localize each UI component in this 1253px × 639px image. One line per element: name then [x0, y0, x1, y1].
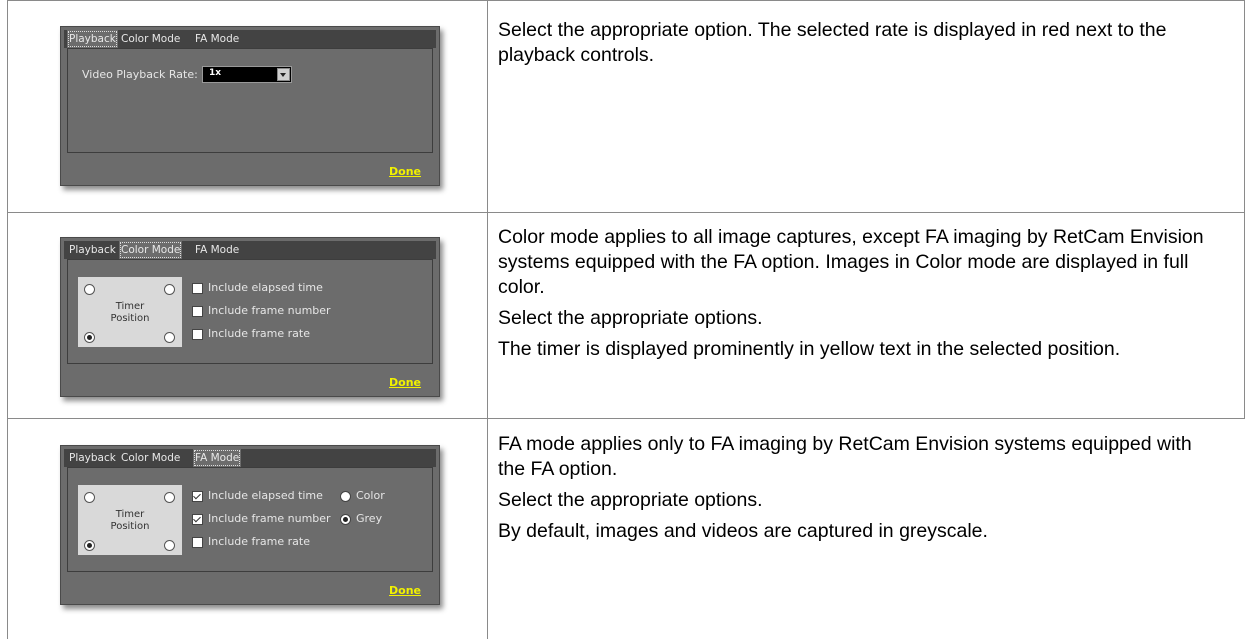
- settings-dialog-color-mode: Playback Color Mode FA Mode Timer Positi…: [60, 237, 440, 397]
- tab-color-mode[interactable]: Color Mode: [119, 241, 183, 259]
- include-frame-rate-label: Include frame rate: [208, 327, 310, 340]
- grey-radio-label: Grey: [356, 512, 383, 525]
- include-frame-rate-checkbox[interactable]: [192, 329, 203, 340]
- timer-position-bottom-left-radio[interactable]: [84, 332, 95, 343]
- include-frame-number-checkbox[interactable]: [192, 306, 203, 317]
- include-frame-rate-checkbox[interactable]: [192, 537, 203, 548]
- table-row-divider: [7, 212, 1245, 213]
- timer-position-label: Timer Position: [110, 301, 150, 324]
- timer-position-top-right-radio[interactable]: [164, 492, 175, 503]
- description-paragraph: FA mode applies only to FA imaging by Re…: [498, 433, 1192, 480]
- timer-position-selector: Timer Position: [78, 277, 182, 347]
- playback-rate-label: Video Playback Rate:: [82, 68, 198, 81]
- playback-rate-select[interactable]: 1x: [202, 66, 292, 83]
- tab-panel: Timer Position Include elapsed time Incl…: [67, 467, 433, 572]
- settings-dialog-fa-mode: Playback Color Mode FA Mode Timer Positi…: [60, 445, 440, 605]
- tab-panel: Timer Position Include elapsed time Incl…: [67, 259, 433, 364]
- grey-radio[interactable]: [340, 514, 351, 525]
- color-radio-label: Color: [356, 489, 385, 502]
- tab-bar: Playback Color Mode FA Mode: [64, 30, 436, 48]
- include-frame-rate-label: Include frame rate: [208, 535, 310, 548]
- timer-position-bottom-left-radio[interactable]: [84, 540, 95, 551]
- tab-fa-mode[interactable]: FA Mode: [193, 30, 241, 48]
- tab-panel: Video Playback Rate: 1x: [67, 48, 433, 153]
- timer-position-selector: Timer Position: [78, 485, 182, 555]
- timer-position-top-right-radio[interactable]: [164, 284, 175, 295]
- row-description: Color mode applies to all image captures…: [498, 225, 1218, 368]
- timer-position-bottom-right-radio[interactable]: [164, 540, 175, 551]
- include-frame-number-checkbox[interactable]: [192, 514, 203, 525]
- description-paragraph: Select the appropriate options.: [498, 489, 763, 511]
- table-column-divider: [487, 0, 488, 639]
- done-button[interactable]: Done: [389, 165, 421, 178]
- timer-position-label: Timer Position: [110, 509, 150, 532]
- tab-playback[interactable]: Playback: [67, 241, 118, 259]
- row-description: FA mode applies only to FA imaging by Re…: [498, 432, 1218, 550]
- tab-bar: Playback Color Mode FA Mode: [64, 241, 436, 259]
- color-radio[interactable]: [340, 491, 351, 502]
- tab-fa-mode[interactable]: FA Mode: [193, 241, 241, 259]
- timer-position-bottom-right-radio[interactable]: [164, 332, 175, 343]
- tab-color-mode[interactable]: Color Mode: [119, 30, 182, 48]
- done-button[interactable]: Done: [389, 584, 421, 597]
- description-paragraph: By default, images and videos are captur…: [498, 520, 988, 542]
- include-frame-number-label: Include frame number: [208, 512, 331, 525]
- table-border-top: [7, 0, 1245, 1]
- table-row-divider: [7, 418, 1245, 419]
- tab-color-mode[interactable]: Color Mode: [119, 449, 182, 467]
- description-paragraph: The timer is displayed prominently in ye…: [498, 338, 1121, 360]
- playback-rate-value: 1x: [209, 68, 222, 78]
- description-paragraph: Select the appropriate options.: [498, 307, 763, 329]
- timer-position-top-left-radio[interactable]: [84, 492, 95, 503]
- tab-playback[interactable]: Playback: [67, 30, 118, 48]
- include-frame-number-label: Include frame number: [208, 304, 331, 317]
- settings-dialog-playback: Playback Color Mode FA Mode Video Playba…: [60, 26, 440, 186]
- timer-position-top-left-radio[interactable]: [84, 284, 95, 295]
- include-elapsed-time-checkbox[interactable]: [192, 491, 203, 502]
- tab-playback[interactable]: Playback: [67, 449, 118, 467]
- table-border-left: [7, 0, 8, 639]
- include-elapsed-time-label: Include elapsed time: [208, 281, 323, 294]
- include-elapsed-time-checkbox[interactable]: [192, 283, 203, 294]
- include-elapsed-time-label: Include elapsed time: [208, 489, 323, 502]
- description-paragraph: Select the appropriate option. The selec…: [498, 19, 1167, 66]
- row-description: Select the appropriate option. The selec…: [498, 18, 1218, 74]
- chevron-down-icon[interactable]: [277, 68, 290, 81]
- instruction-table: Playback Color Mode FA Mode Video Playba…: [0, 0, 1253, 639]
- done-button[interactable]: Done: [389, 376, 421, 389]
- tab-fa-mode[interactable]: FA Mode: [193, 449, 242, 467]
- tab-bar: Playback Color Mode FA Mode: [64, 449, 436, 467]
- table-border-right: [1244, 0, 1245, 418]
- description-paragraph: Color mode applies to all image captures…: [498, 226, 1204, 298]
